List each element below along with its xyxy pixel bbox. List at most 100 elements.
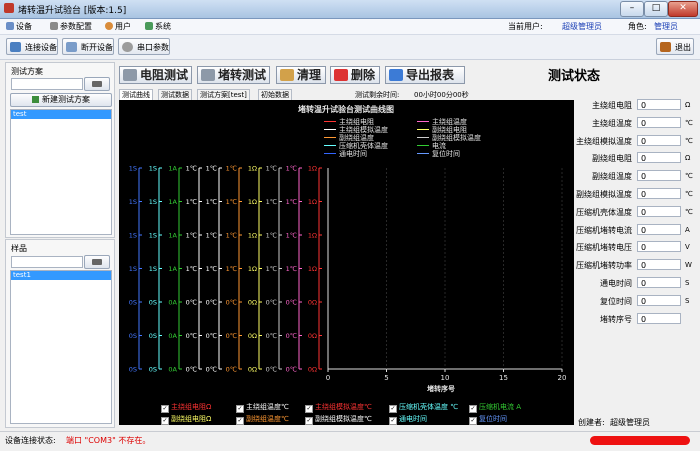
legend-label: 副绕组模拟温度 [432,133,481,142]
status-field-value[interactable]: 0 [637,205,681,217]
series-checkbox[interactable]: ✓ 副绕组电阻Ω [161,414,211,425]
status-field-unit: A [685,225,690,234]
maximize-button[interactable]: □ [644,1,668,17]
creator-name: 超级管理员 [610,418,650,427]
series-checkbox[interactable]: ✓ 主绕组模拟温度℃ [305,402,372,413]
connect-button[interactable]: 连接设备 [6,38,58,55]
export-icon [389,69,403,81]
status-field-value[interactable]: 0 [637,294,681,306]
menu-system[interactable]: 系统 [145,21,171,32]
sample-list[interactable]: test1 [10,270,112,424]
minimize-button[interactable]: – [620,1,644,17]
status-field-row: 压缩机堵转功率 0 W [576,259,696,271]
role-value: 管理员 [654,22,678,31]
export-report-button[interactable]: 导出报表 [385,66,465,84]
y-tick-label: 0A [168,366,177,374]
binoculars-icon [92,81,102,87]
chart-svg: 堵转温升试验台测试曲线图主绕组电阻 主绕组温度主绕组模拟温度 副绕组电阻副绕组温度 副… [129,104,567,393]
status-field-unit: Ω [685,154,691,163]
resistance-icon [123,69,137,81]
exit-button[interactable]: 退出 [656,38,694,55]
status-field-value[interactable]: 0 [637,188,681,199]
resistance-test-button[interactable]: 电阻测试 [119,66,192,84]
y-tick-label: 1℃ [226,265,237,273]
y-tick-label: 1℃ [206,198,217,206]
checkbox-check-icon[interactable]: ✓ [389,405,397,413]
checkbox-check-icon[interactable]: ✓ [236,417,244,425]
checkbox-check-icon[interactable]: ✓ [236,405,244,413]
y-tick-label: 1A [168,165,177,173]
connect-icon [10,42,21,52]
disconnect-button[interactable]: 断开设备 [62,38,114,55]
scheme-list-item[interactable]: test [11,110,111,119]
gear-icon [50,22,58,30]
delete-button[interactable]: 删除 [330,66,380,84]
status-field-row: 堵转序号 0 [576,312,696,325]
series-checkbox[interactable]: ✓ 主绕组电阻Ω [161,402,211,413]
series-checkbox[interactable]: ✓ 压缩机电流 A [469,402,521,413]
scheme-search-button[interactable] [84,77,110,91]
y-tick-label: 1℃ [266,198,277,206]
status-field-label: 主绕组模拟温度 [576,136,632,146]
current-user-label: 当前用户: [508,22,543,31]
sample-search-button[interactable] [84,255,110,269]
series-checkbox[interactable]: ✓ 通电时间 [389,414,427,425]
y-tick-label: 0℃ [206,332,217,340]
status-field-value[interactable]: 0 [637,99,681,110]
scheme-search-input[interactable] [11,78,83,90]
y-tick-label: 0A [168,332,177,340]
status-field-label: 主绕组温度 [592,118,632,128]
sample-list-item[interactable]: test1 [11,271,111,280]
x-tick-label: 20 [558,374,567,382]
serial-params-button[interactable]: 串口参数 [118,38,170,55]
new-scheme-button[interactable]: 新建测试方案 [10,93,112,107]
close-button[interactable]: ✕ [668,1,698,17]
locked-rotor-test-button[interactable]: 堵转测试 [197,66,270,84]
series-checkbox[interactable]: ✓ 主绕组温度℃ [236,402,289,413]
series-checkbox[interactable]: ✓ 复位时间 [469,414,507,425]
tab-scheme[interactable]: 测试方案[test] [197,89,250,100]
checkbox-check-icon[interactable]: ✓ [469,417,477,425]
series-checkbox[interactable]: ✓ 压缩机壳体温度 ℃ [389,402,458,413]
binoculars-icon [92,259,102,265]
y-tick-label: 0Ω [248,332,257,340]
status-field-label: 压缩机壳体温度 [576,207,632,217]
menu-params[interactable]: 参数配置 [50,21,92,32]
checkbox-check-icon[interactable]: ✓ [161,405,169,413]
status-field-value[interactable]: 0 [637,134,681,146]
series-checkbox[interactable]: ✓ 副绕组模拟温度℃ [305,414,372,425]
y-tick-label: 0℃ [226,366,237,374]
status-field-value[interactable]: 0 [637,152,681,164]
sample-panel: 样品 test1 [5,239,115,428]
status-field-value[interactable]: 0 [637,170,681,182]
y-tick-label: 0S [129,366,137,374]
status-field-value[interactable]: 0 [637,259,681,271]
status-field-value[interactable]: 0 [637,277,681,288]
status-field-row: 主绕组电阻 0 Ω [576,99,696,111]
y-tick-label: 0S [129,299,137,307]
legend-label: 副绕组温度 [339,133,374,142]
checkbox-check-icon[interactable]: ✓ [389,417,397,425]
clear-button[interactable]: 清理 [276,66,326,84]
remaining-time: 00小时00分00秒 [414,91,469,99]
tab-data[interactable]: 测试数据 [158,89,192,100]
status-field-value[interactable]: 0 [637,223,681,235]
checkbox-check-icon[interactable]: ✓ [305,417,313,425]
y-tick-label: 0℃ [226,299,237,307]
add-icon [32,96,39,103]
tab-initial-data[interactable]: 初始数据 [258,89,292,100]
checkbox-check-icon[interactable]: ✓ [161,417,169,425]
status-field-value[interactable]: 0 [637,116,681,128]
sample-search-input[interactable] [11,256,83,268]
status-field-value[interactable]: 0 [637,241,681,253]
y-tick-label: 1S [149,232,157,240]
tab-curve[interactable]: 测试曲线 [119,89,153,100]
scheme-list[interactable]: test [10,109,112,235]
menu-user[interactable]: 用户 [105,21,131,32]
menu-device[interactable]: 设备 [6,21,32,32]
legend-label: 主绕组温度 [432,117,467,126]
status-field-value[interactable]: 0 [637,312,681,324]
checkbox-check-icon[interactable]: ✓ [469,405,477,413]
checkbox-check-icon[interactable]: ✓ [305,405,313,413]
series-checkbox[interactable]: ✓ 副绕组温度℃ [236,414,289,425]
